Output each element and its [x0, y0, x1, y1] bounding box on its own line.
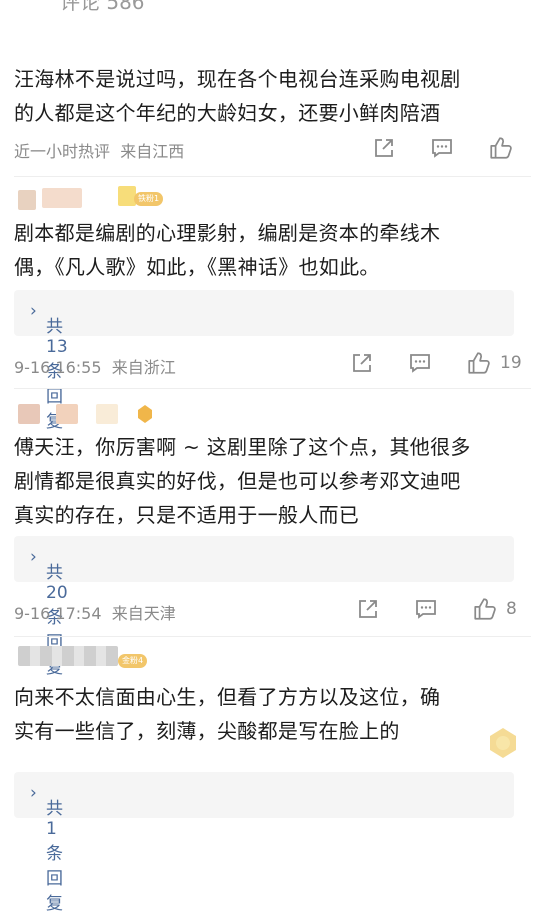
like-count: 19 — [500, 353, 522, 373]
divider — [14, 388, 531, 389]
comment-3-location: 来自天津 — [111, 604, 176, 623]
comment-2-text: 剧本都是编剧的心理影射，编剧是资本的牵线木 偶，《凡人歌》如此，《黑神话》也如此… — [14, 216, 440, 284]
comment-1-location: 来自江西 — [120, 142, 185, 161]
thumbs-up-icon — [466, 350, 492, 376]
comment-4-line-2: 实有一些信了，刻薄，尖酸都是写在脸上的 — [14, 719, 400, 743]
replies-label: 共1条回复 — [46, 799, 63, 914]
comment-count-header: 评论 586 — [60, 0, 145, 14]
comment-3-user[interactable] — [18, 402, 218, 426]
comment-1-meta: 近一小时热评 来自江西 — [14, 138, 184, 162]
divider — [14, 636, 531, 637]
comment-3-line-3: 真实的存在，只是不适用于一般人而已 — [14, 503, 360, 527]
comment-4-text: 向来不太信面由心生，但看了方方以及这位，确 实有一些信了，刻薄，尖酸都是写在脸上… — [14, 680, 440, 748]
comment-4-line-1: 向来不太信面由心生，但看了方方以及这位，确 — [14, 685, 441, 709]
like-button[interactable]: 8 — [472, 596, 517, 622]
comment-icon[interactable] — [414, 597, 438, 621]
share-icon[interactable] — [350, 351, 374, 375]
comment-1-time: 近一小时热评 — [14, 142, 111, 161]
comment-1-line-2: 的人都是这个年纪的大龄妇女，还要小鲜肉陪酒 — [14, 101, 441, 125]
comment-icon[interactable] — [408, 351, 432, 375]
comment-2-location: 来自浙江 — [111, 358, 176, 377]
like-count: 8 — [506, 599, 517, 619]
chevron-right-icon: › — [30, 783, 37, 803]
share-icon[interactable] — [356, 597, 380, 621]
comment-3-text: 傅天汪，你厉害啊 ~ 这剧里除了这个点，其他很多 剧情都是很真实的好伐，但是也可… — [14, 430, 471, 532]
chevron-right-icon: › — [30, 301, 37, 321]
comment-3-line-2: 剧情都是很真实的好伐，但是也可以参考邓文迪吧 — [14, 469, 461, 493]
share-icon[interactable] — [372, 136, 396, 160]
comment-2-actions: 19 — [350, 349, 522, 377]
divider — [14, 176, 531, 177]
comment-1-text: 汪海林不是说过吗，现在各个电视台连采购电视剧 的人都是这个年纪的大龄妇女，还要小… — [14, 62, 461, 130]
thumbs-up-icon — [472, 596, 498, 622]
fan-badge-icon — [136, 404, 154, 424]
comment-2-replies[interactable]: 共13条回复 › — [14, 290, 514, 432]
comment-2-time: 9-16 16:55 — [14, 358, 102, 377]
thumbs-up-icon[interactable] — [488, 135, 514, 161]
comment-4-user[interactable]: 金粉4 — [18, 646, 218, 670]
comment-2-line-2: 偶，《凡人歌》如此，《黑神话》也如此。 — [14, 255, 380, 279]
comment-3-replies[interactable]: 共20条回复 › — [14, 536, 514, 678]
comment-3-meta: 9-16 17:54 来自天津 — [14, 600, 176, 624]
comment-3-time: 9-16 17:54 — [14, 604, 102, 623]
user-badge: 金粉4 — [118, 654, 148, 668]
top-header-partial: 评论 586 — [0, 0, 545, 14]
comment-1-line-1: 汪海林不是说过吗，现在各个电视台连采购电视剧 — [14, 67, 461, 91]
comment-3-actions: 8 — [356, 595, 517, 623]
comment-4-replies[interactable]: 共1条回复 › — [14, 772, 514, 914]
comment-icon[interactable] — [430, 136, 454, 160]
chevron-right-icon: › — [30, 547, 37, 567]
comment-3-line-1: 傅天汪，你厉害啊 ~ 这剧里除了这个点，其他很多 — [14, 435, 471, 459]
gold-emblem-icon — [486, 726, 520, 760]
comment-1-actions — [372, 134, 514, 162]
user-badge: 铁粉1 — [134, 192, 164, 206]
comment-2-meta: 9-16 16:55 来自浙江 — [14, 354, 176, 378]
comment-2-user[interactable]: 铁粉1 — [18, 186, 218, 210]
like-button[interactable]: 19 — [466, 350, 522, 376]
comment-2-line-1: 剧本都是编剧的心理影射，编剧是资本的牵线木 — [14, 221, 441, 245]
